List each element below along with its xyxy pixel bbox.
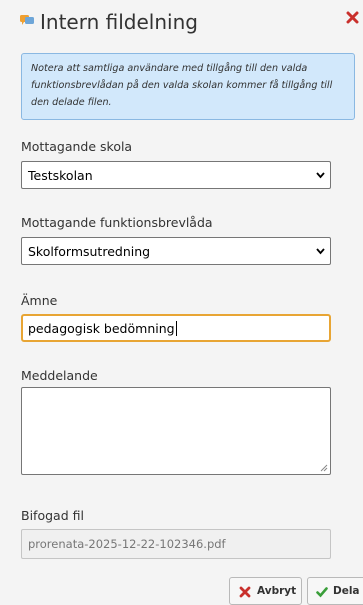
mailbox-select[interactable]: Skolformsutredning xyxy=(21,237,331,265)
close-icon xyxy=(239,586,251,598)
school-select-value: Testskolan xyxy=(28,168,93,183)
school-label: Mottagande skola xyxy=(21,139,133,154)
mailbox-select-value: Skolformsutredning xyxy=(28,244,151,259)
share-button-label: Dela xyxy=(333,585,360,597)
close-icon[interactable] xyxy=(346,11,359,24)
check-icon xyxy=(316,587,328,598)
school-select[interactable]: Testskolan xyxy=(21,161,331,189)
comment-icon xyxy=(20,15,34,25)
share-button[interactable]: Dela xyxy=(307,577,363,605)
info-notice: Notera att samtliga användare med tillgå… xyxy=(21,53,355,120)
attachment-filename: prorenata-2025-12-22-102346.pdf xyxy=(28,537,226,551)
message-textarea[interactable] xyxy=(21,387,331,475)
cancel-button-label: Avbryt xyxy=(257,585,297,597)
attachment-label: Bifogad fil xyxy=(21,508,84,523)
resize-grip-icon[interactable] xyxy=(320,464,328,472)
chevron-down-icon xyxy=(316,248,325,255)
mailbox-label: Mottagande funktionsbrevlåda xyxy=(21,215,213,230)
attachment-field: prorenata-2025-12-22-102346.pdf xyxy=(21,529,331,559)
subject-input[interactable]: pedagogisk bedömning xyxy=(21,314,331,342)
cancel-button[interactable]: Avbryt xyxy=(229,577,302,605)
dialog-header: Intern fildelning xyxy=(0,0,363,44)
chevron-down-icon xyxy=(316,172,325,179)
subject-input-value: pedagogisk bedömning xyxy=(28,321,175,336)
subject-label: Ämne xyxy=(21,293,58,308)
message-label: Meddelande xyxy=(21,368,98,383)
text-caret xyxy=(175,321,177,336)
dialog-title: Intern fildelning xyxy=(40,10,198,34)
